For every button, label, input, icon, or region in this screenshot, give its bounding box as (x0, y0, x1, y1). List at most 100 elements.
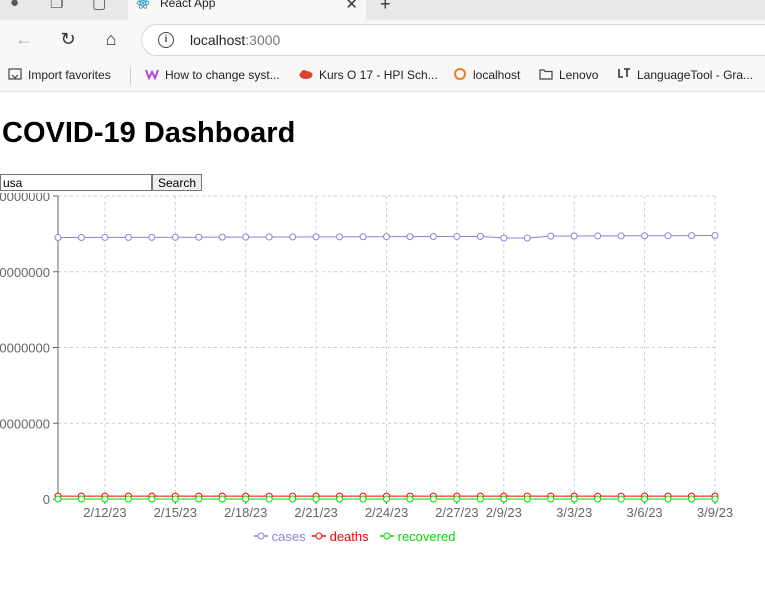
x-tick-label: 2/27/23 (435, 505, 478, 520)
legend-line-icon (380, 532, 394, 540)
profile-icon[interactable]: ● (10, 0, 19, 11)
data-point-recovered (406, 495, 414, 503)
data-point-cases (664, 232, 672, 240)
tab-react-app[interactable]: React App ✕ (128, 0, 366, 20)
data-point-recovered (195, 495, 203, 503)
data-point-recovered (383, 495, 390, 503)
chart-grid (58, 195, 716, 500)
search-input[interactable] (0, 174, 152, 191)
data-point-cases (242, 233, 250, 241)
data-point-recovered (54, 495, 62, 503)
data-point-cases (54, 234, 62, 242)
data-point-recovered (523, 495, 531, 503)
bookmark-languagetool[interactable]: LanguageTool - Gra... (617, 68, 753, 82)
data-point-cases (383, 233, 390, 241)
data-point-recovered (594, 495, 602, 503)
data-point-cases (77, 234, 85, 242)
x-tick-label: 2/18/23 (224, 505, 267, 520)
y-tick-label: 100000000 (0, 341, 50, 356)
address-bar[interactable]: i localhost:3000 (141, 24, 765, 56)
back-icon[interactable]: ← (13, 29, 35, 50)
data-point-recovered (500, 495, 508, 503)
tab-actions-icon[interactable]: ▢ (92, 0, 106, 12)
cloud-icon (299, 70, 313, 79)
data-point-recovered (453, 495, 461, 503)
brand-icon (145, 69, 159, 80)
legend-line-icon (254, 532, 268, 540)
data-point-cases (688, 232, 696, 240)
folder-icon (539, 69, 553, 80)
home-icon[interactable]: ⌂ (100, 29, 122, 50)
new-tab-icon[interactable]: + (380, 0, 391, 15)
search-button[interactable]: Search (152, 174, 202, 191)
series-recovered (54, 495, 719, 503)
close-icon[interactable]: ✕ (345, 0, 358, 13)
data-point-cases (523, 234, 531, 242)
data-point-cases (711, 232, 719, 240)
bookmark-separator (130, 67, 131, 85)
data-point-recovered (124, 495, 132, 503)
data-point-cases (429, 233, 437, 241)
data-point-cases (195, 233, 203, 241)
series-cases (54, 232, 719, 242)
lt-icon (618, 68, 630, 78)
data-point-cases (124, 233, 132, 241)
reload-icon[interactable]: ↻ (57, 29, 79, 50)
x-tick-label: 3/9/23 (697, 505, 733, 520)
bookmark-how-to-change[interactable]: How to change syst... (145, 68, 280, 82)
data-point-recovered (429, 495, 437, 503)
data-point-cases (359, 233, 367, 241)
legend-item-cases[interactable]: cases (254, 529, 306, 544)
bookmark-kurs[interactable]: Kurs O 17 - HPI Sch... (299, 68, 438, 82)
data-point-cases (289, 233, 297, 241)
data-point-recovered (664, 495, 672, 503)
data-point-cases (547, 232, 555, 240)
data-point-cases (148, 233, 156, 241)
data-point-recovered (617, 495, 625, 503)
data-point-recovered (359, 495, 367, 503)
bookmark-import-favorites[interactable]: Import favorites (8, 68, 111, 82)
legend-line-icon (312, 532, 326, 540)
data-point-recovered (77, 495, 85, 503)
legend-item-recovered[interactable]: recovered (380, 529, 455, 544)
chart-legend: cases deaths recovered (0, 529, 765, 549)
data-point-cases (641, 232, 649, 240)
covid-line-chart: 0 50000000 100000000 150000000 200000000 2/12… (0, 193, 733, 520)
data-point-recovered (265, 495, 273, 503)
data-point-recovered (242, 495, 250, 503)
y-tick-label: 150000000 (0, 265, 50, 280)
info-icon[interactable]: i (158, 32, 174, 48)
data-point-recovered (641, 495, 649, 503)
data-point-cases (617, 232, 625, 240)
data-point-recovered (148, 495, 156, 503)
x-tick-label: 2/24/23 (365, 505, 408, 520)
legend-item-deaths[interactable]: deaths (312, 529, 369, 544)
x-tick-label: 2/21/23 (294, 505, 337, 520)
data-point-recovered (570, 495, 578, 503)
legend-label: deaths (326, 529, 369, 544)
data-point-recovered (218, 495, 226, 503)
y-tick-label: 50000000 (0, 416, 50, 431)
data-point-cases (500, 234, 508, 242)
url-text: localhost:3000 (190, 32, 281, 48)
bookmark-lenovo[interactable]: Lenovo (539, 68, 598, 82)
data-point-cases (570, 232, 578, 240)
x-tick-label: 2/12/23 (83, 505, 126, 520)
data-point-recovered (171, 495, 179, 503)
data-point-recovered (711, 495, 719, 503)
collections-icon[interactable]: ❐ (50, 0, 63, 12)
legend-label: cases (268, 529, 306, 544)
x-tick-label: 2/15/23 (154, 505, 197, 520)
ring-icon (454, 68, 466, 80)
data-point-cases (101, 233, 109, 241)
data-point-cases (171, 233, 179, 241)
data-point-cases (453, 232, 461, 240)
data-point-cases (218, 233, 226, 241)
data-point-recovered (336, 495, 344, 503)
page-title: COVID-19 Dashboard (2, 117, 296, 149)
bookmarks-bar: Import favorites How to change syst... K… (0, 60, 765, 92)
page-content: COVID-19 Dashboard Search 0 50000000 10000… (0, 93, 765, 593)
bookmark-localhost[interactable]: localhost (453, 68, 520, 82)
data-point-recovered (312, 495, 320, 503)
y-tick-label: 0 (43, 492, 50, 507)
